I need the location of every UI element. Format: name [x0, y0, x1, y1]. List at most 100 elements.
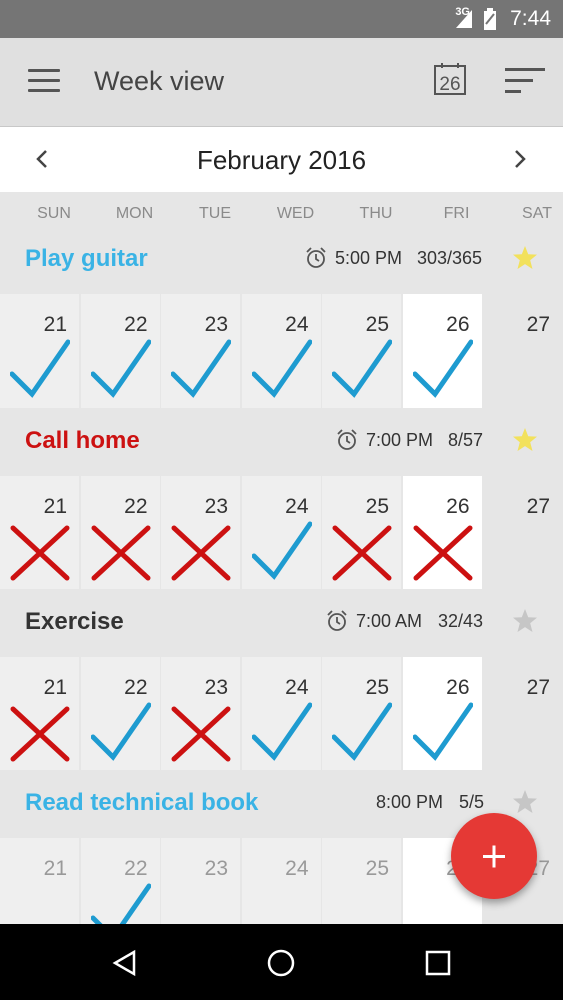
star-icon[interactable] — [512, 789, 538, 815]
day-number: 21 — [43, 676, 67, 699]
habit-day-row: 21 22 23 24 25 26 27 — [0, 476, 563, 590]
chevron-right-icon[interactable] — [510, 147, 530, 171]
weekday-label: THU — [359, 205, 393, 222]
day-number: 24 — [285, 857, 309, 880]
day-number: 25 — [365, 313, 389, 336]
cross-icon — [91, 525, 150, 581]
day-cell[interactable]: 24 — [241, 657, 321, 771]
check-icon — [251, 702, 312, 761]
day-number: 27 — [526, 676, 550, 699]
weekday-label: SAT — [522, 205, 552, 222]
habit-header[interactable]: Play guitar 5:00 PM 303/365 — [0, 226, 563, 291]
day-cell[interactable]: 21 — [0, 476, 79, 590]
check-icon — [171, 339, 231, 398]
app-bar: Week view 26 — [0, 38, 563, 127]
sort-icon[interactable] — [505, 68, 545, 94]
signal-icon — [456, 10, 472, 28]
reminder-time: 8:00 PM — [376, 792, 444, 812]
day-number: 26 — [446, 676, 470, 699]
weekday-label: SUN — [37, 205, 71, 222]
cross-icon — [10, 525, 70, 581]
weekday-label: MON — [115, 205, 154, 222]
month-selector: February 2016 — [0, 127, 563, 192]
alarm-icon — [306, 247, 326, 268]
check-icon — [412, 339, 473, 398]
check-icon — [251, 521, 312, 580]
cross-icon — [171, 525, 231, 581]
habit-score: 303/365 — [417, 248, 483, 268]
alarm-icon — [327, 610, 347, 631]
check-icon — [90, 339, 151, 398]
habit-score: 8/57 — [448, 430, 484, 450]
day-number: 23 — [204, 857, 228, 880]
menu-icon[interactable] — [28, 69, 60, 93]
day-cell[interactable]: 26 — [402, 476, 482, 590]
status-bar: 3G 7:44 — [0, 0, 563, 38]
battery-icon — [484, 8, 496, 30]
cross-icon — [171, 706, 231, 762]
star-icon[interactable] — [512, 245, 538, 271]
day-cell[interactable]: 22 — [80, 294, 160, 408]
habit-day-row: 21 22 23 24 25 26 27 — [0, 657, 563, 771]
day-number: 23 — [204, 313, 228, 336]
day-cell[interactable]: 21 — [0, 294, 79, 408]
day-cell[interactable]: 22 — [80, 657, 160, 771]
check-icon — [332, 339, 392, 398]
day-cell[interactable]: 27 — [483, 476, 562, 590]
day-cell[interactable]: 25 — [322, 476, 401, 590]
day-number: 22 — [124, 495, 148, 518]
weekday-label: TUE — [199, 205, 231, 222]
alarm-icon — [337, 429, 357, 450]
day-cell[interactable]: 23 — [161, 657, 240, 771]
habit-score: 32/43 — [438, 611, 484, 631]
day-number: 21 — [43, 495, 67, 518]
check-icon — [412, 702, 473, 761]
day-cell[interactable]: 24 — [241, 476, 321, 590]
page-title: Week view — [94, 66, 225, 96]
day-cell[interactable]: 26 — [402, 657, 482, 771]
day-cell[interactable]: 25 — [322, 294, 401, 408]
weekday-header: SUN MON TUE WED THU FRI SAT — [0, 198, 563, 226]
day-number: 21 — [43, 857, 67, 880]
reminder-time: 5:00 PM — [335, 248, 403, 268]
cross-icon — [413, 525, 472, 581]
plus-icon — [483, 845, 505, 868]
star-icon[interactable] — [512, 608, 538, 634]
habit-name: Call home — [25, 427, 140, 454]
day-cell[interactable]: 21 — [0, 657, 79, 771]
cross-icon — [332, 525, 392, 581]
recents-icon[interactable] — [425, 950, 451, 976]
calendar-today-number: 26 — [439, 74, 460, 95]
day-number: 23 — [204, 495, 228, 518]
day-number: 24 — [285, 495, 309, 518]
day-number: 22 — [124, 676, 148, 699]
day-number: 22 — [124, 857, 148, 880]
day-number: 27 — [526, 495, 550, 518]
habit-score: 5/5 — [459, 792, 485, 812]
home-icon[interactable] — [266, 948, 296, 978]
habit-header[interactable]: Call home 7:00 PM 8/57 — [0, 408, 563, 473]
day-number: 21 — [43, 313, 67, 336]
day-cell[interactable]: 26 — [402, 294, 482, 408]
back-icon[interactable] — [110, 949, 140, 977]
star-icon[interactable] — [512, 427, 538, 453]
weekday-label: WED — [276, 205, 315, 222]
day-cell[interactable]: 25 — [322, 657, 401, 771]
check-icon — [10, 339, 70, 398]
reminder-time: 7:00 PM — [366, 430, 434, 450]
day-number: 25 — [365, 495, 389, 518]
day-cell[interactable]: 22 — [80, 476, 160, 590]
calendar-today-icon[interactable]: 26 — [433, 62, 467, 96]
day-number: 25 — [365, 857, 389, 880]
check-icon — [251, 339, 312, 398]
add-habit-button[interactable] — [451, 813, 537, 899]
day-cell[interactable]: 27 — [483, 657, 562, 771]
day-cell[interactable]: 24 — [241, 294, 321, 408]
day-cell[interactable]: 23 — [161, 476, 240, 590]
check-icon — [332, 702, 392, 761]
habit-header[interactable]: Exercise 7:00 AM 32/43 — [0, 589, 563, 654]
day-cell[interactable]: 27 — [483, 294, 562, 408]
day-cell[interactable]: 23 — [161, 294, 240, 408]
cross-icon — [10, 706, 70, 762]
day-number: 26 — [446, 495, 470, 518]
